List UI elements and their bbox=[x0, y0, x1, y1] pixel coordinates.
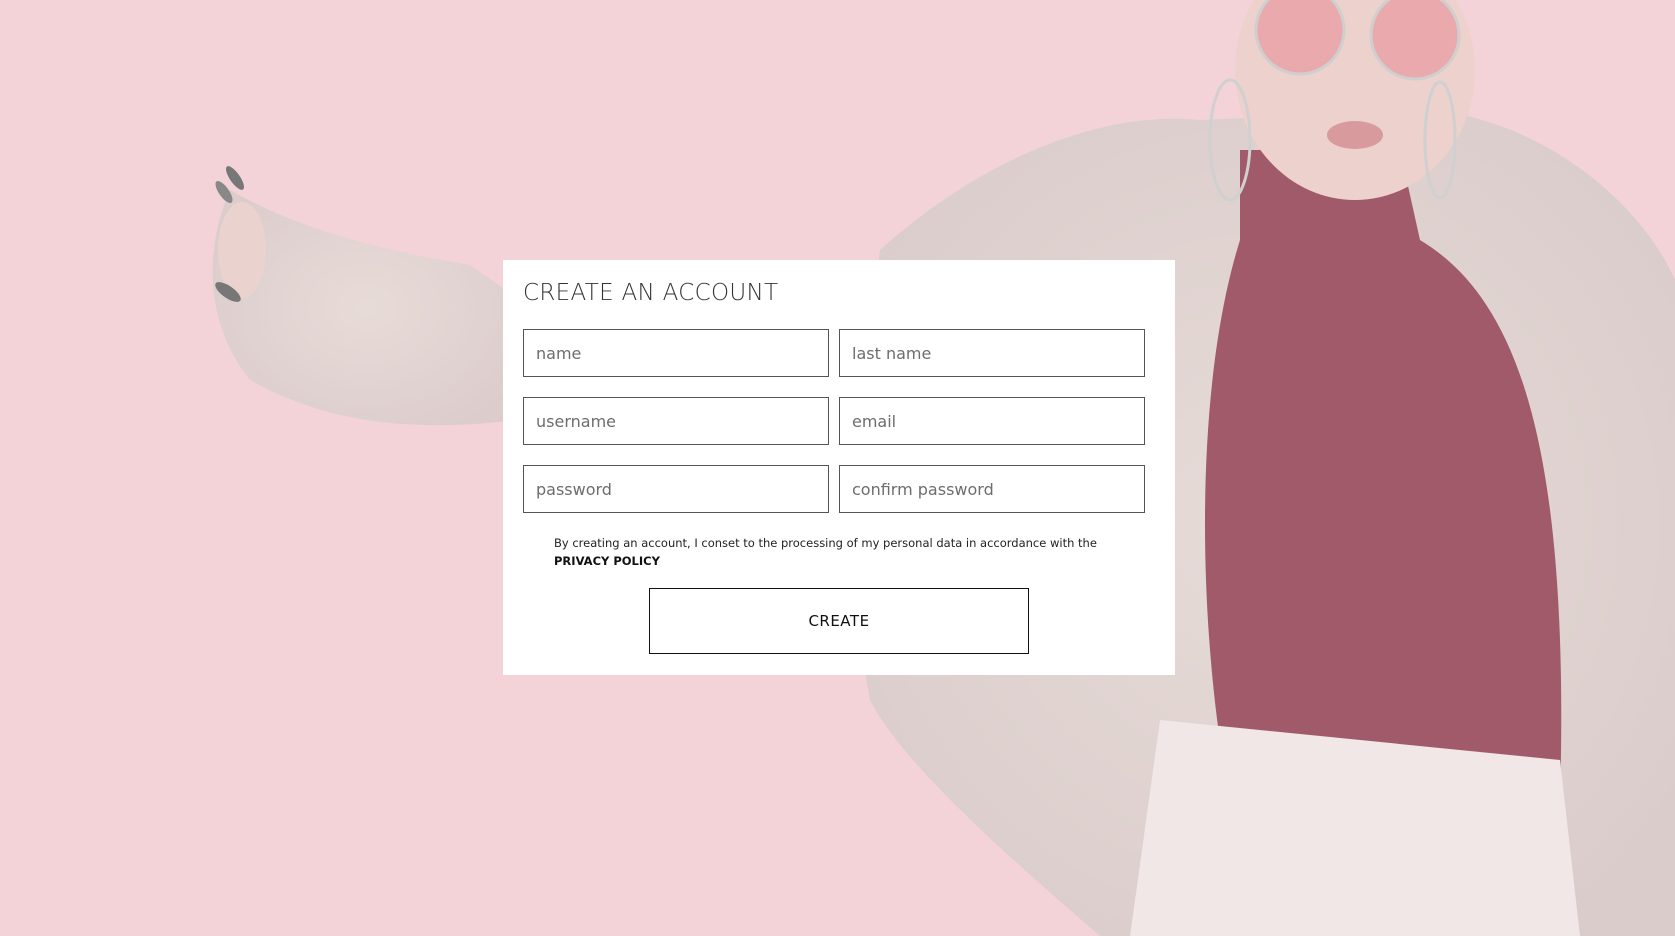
create-account-button[interactable]: CREATE bbox=[649, 588, 1029, 654]
username-input[interactable] bbox=[523, 397, 829, 445]
privacy-policy-link[interactable]: PRIVACY POLICY bbox=[554, 554, 660, 568]
email-input[interactable] bbox=[839, 397, 1145, 445]
signup-card: CREATE AN ACCOUNT By creating an account… bbox=[503, 260, 1175, 675]
form-title: CREATE AN ACCOUNT bbox=[523, 280, 779, 306]
consent-notice: By creating an account, I conset to the … bbox=[554, 534, 1114, 570]
name-input[interactable] bbox=[523, 329, 829, 377]
confirm-password-input[interactable] bbox=[839, 465, 1145, 513]
last-name-input[interactable] bbox=[839, 329, 1145, 377]
password-input[interactable] bbox=[523, 465, 829, 513]
signup-page: CREATE AN ACCOUNT By creating an account… bbox=[0, 0, 1675, 936]
consent-text: By creating an account, I conset to the … bbox=[554, 536, 1097, 550]
